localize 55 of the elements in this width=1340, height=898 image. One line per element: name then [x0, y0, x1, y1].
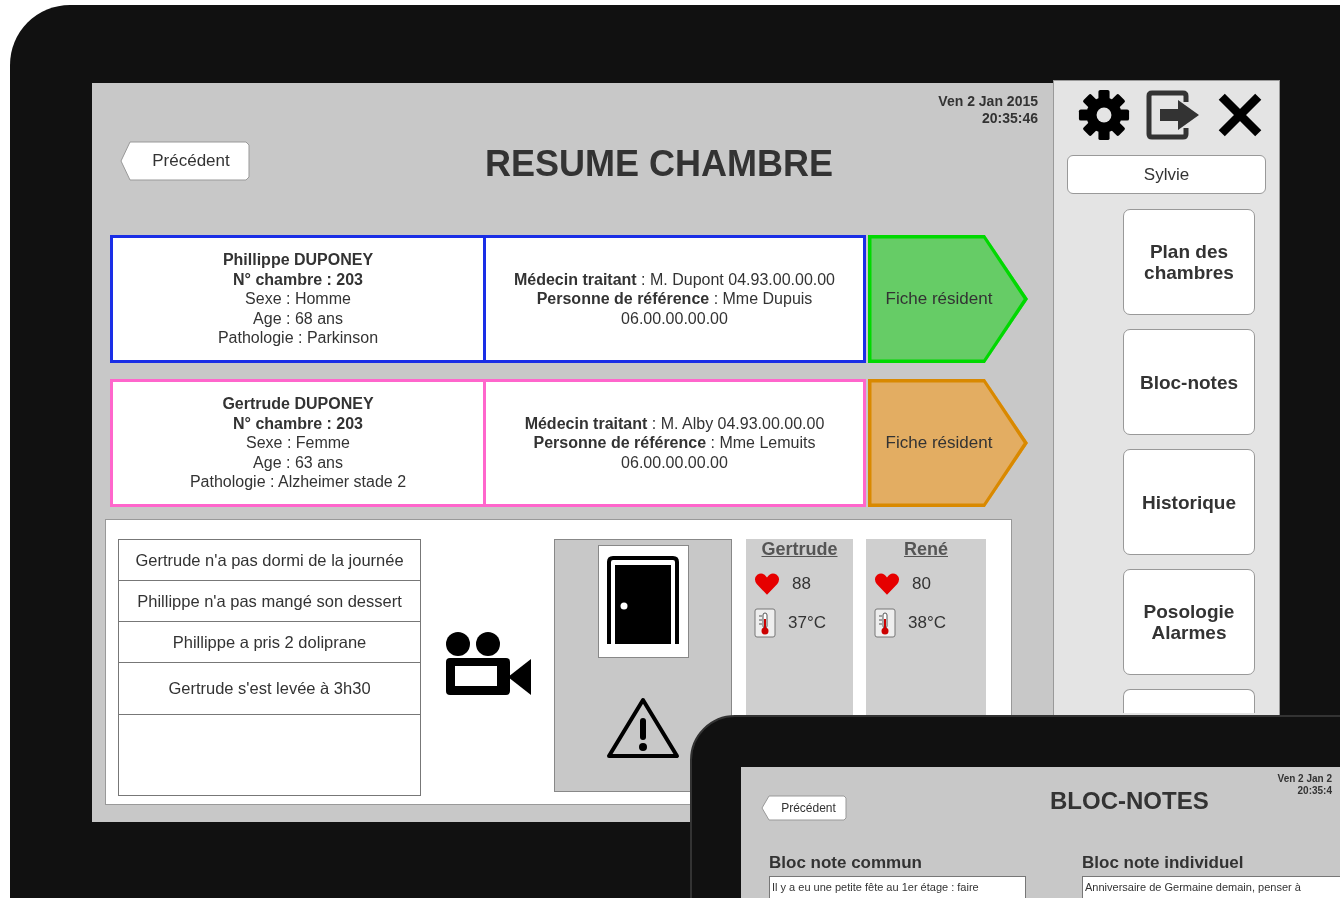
thermometer-icon [874, 608, 896, 638]
temperature: 37°C [788, 613, 826, 633]
contact-line: 06.00.00.00.00 [621, 308, 728, 329]
resident-link[interactable]: René [904, 539, 948, 560]
time-text: 20:35:4 [1297, 785, 1332, 797]
resident-detail: Age : 63 ans [253, 452, 343, 473]
back-button[interactable]: Précédent [761, 795, 847, 821]
time-text: 20:35:46 [981, 110, 1038, 127]
resident-detail: Sexe : Femme [246, 433, 350, 453]
contact-line: Personne de référence : Mme Lemuits [533, 433, 816, 453]
warning-icon[interactable] [606, 696, 680, 760]
video-camera-icon[interactable] [444, 631, 532, 697]
temperature: 38°C [908, 613, 946, 633]
section-title: Bloc note commun [769, 853, 922, 873]
user-name-field[interactable]: Sylvie [1067, 155, 1266, 194]
resident-detail: Age : 68 ans [253, 308, 343, 329]
resident-detail: Sexe : Homme [245, 289, 351, 309]
thermometer-icon [754, 608, 776, 638]
page-title: BLOC-NOTES [1050, 787, 1209, 815]
note-row[interactable]: Gertrude s'est levée à 3h30 [119, 663, 420, 715]
close-icon[interactable] [1216, 91, 1264, 139]
resident-name: Gertrude DUPONEY [222, 394, 374, 414]
fiche-resident-button[interactable]: Fiche résident [868, 379, 1028, 507]
resident-link[interactable]: Gertrude [761, 539, 838, 560]
settings-icon[interactable] [1076, 89, 1132, 141]
menu-button[interactable]: Historique [1123, 449, 1255, 555]
menu-button[interactable]: Bloc-notes [1123, 329, 1255, 435]
back-button[interactable]: Précédent [120, 141, 250, 181]
contact-line: Médecin traitant : M. Alby 04.93.00.00.00 [524, 413, 825, 434]
room-number: N° chambre : 203 [233, 269, 363, 290]
heart-icon [874, 572, 900, 596]
note-row[interactable]: Gertrude n'a pas dormi de la journée [119, 540, 420, 581]
note-field[interactable]: Il y a eu une petite fête au 1er étage : faire [769, 876, 1026, 898]
resident-name: Phillippe DUPONEY [222, 250, 374, 270]
section-title: Bloc note individuel [1082, 853, 1244, 873]
heart-rate: 88 [792, 574, 811, 594]
note-field[interactable]: Anniversaire de Germaine demain, penser à [1082, 876, 1340, 898]
heart-rate: 80 [912, 574, 931, 594]
menu-button[interactable] [1123, 689, 1255, 713]
contact-line: Médecin traitant : M. Dupont 04.93.00.00.00 [513, 269, 835, 290]
resident-detail: Pathologie : Parkinson [217, 328, 379, 348]
room-number: N° chambre : 203 [233, 413, 363, 434]
note-row[interactable]: Phillippe a pris 2 doliprane [119, 622, 420, 663]
contact-line: Personne de référence : Mme Dupuis [536, 289, 813, 309]
heart-icon [754, 572, 780, 596]
fiche-resident-button[interactable]: Fiche résident [868, 235, 1028, 363]
door-tile[interactable] [597, 545, 689, 658]
page-title: RESUME CHAMBRE [485, 143, 833, 185]
menu-button[interactable]: Posologie Alarmes [1123, 569, 1255, 675]
resident-detail: Pathologie : Alzheimer stade 2 [189, 472, 407, 492]
date-text: Ven 2 Jan 2015 [938, 93, 1038, 110]
menu-button[interactable]: Plan des chambres [1123, 209, 1255, 315]
date-text: Ven 2 Jan 2 [1277, 773, 1332, 785]
note-row[interactable]: Phillippe n'a pas mangé son dessert [119, 581, 420, 622]
contact-line: 06.00.00.00.00 [621, 452, 728, 473]
